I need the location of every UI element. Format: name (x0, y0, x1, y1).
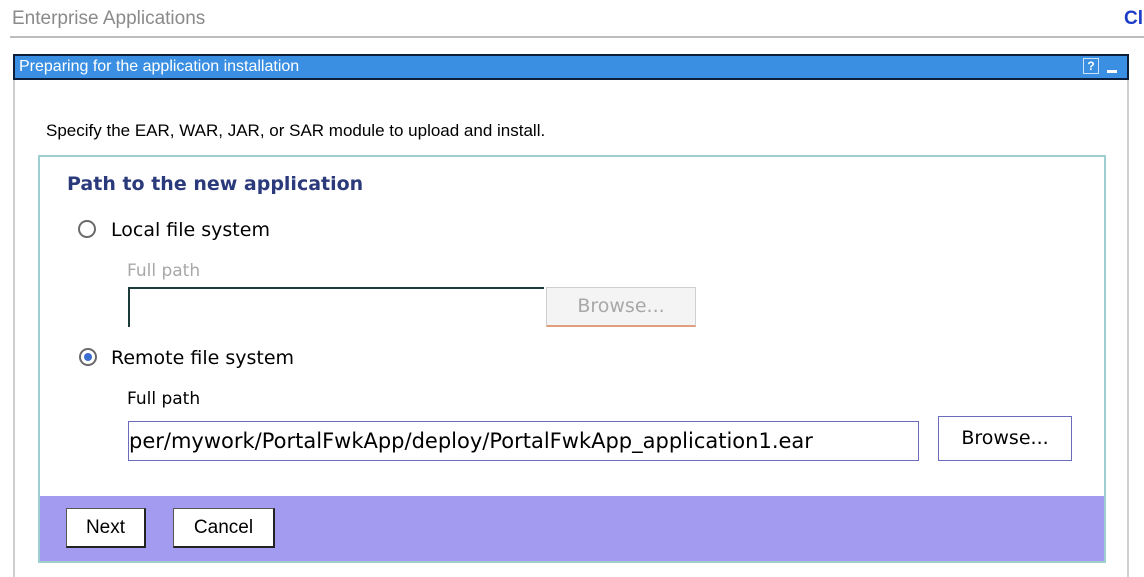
close-page-link[interactable]: Cl (1124, 8, 1143, 30)
remote-browse-button[interactable]: Browse... (938, 416, 1072, 461)
page-title: Enterprise Applications (12, 8, 206, 29)
local-full-path-input[interactable] (128, 287, 544, 327)
local-browse-button[interactable]: Browse... (546, 287, 696, 327)
remote-full-path-input[interactable]: per/mywork/PortalFwkApp/deploy/PortalFwk… (128, 421, 919, 461)
remote-file-system-radio[interactable] (79, 348, 97, 366)
next-button[interactable]: Next (66, 508, 146, 548)
minimize-icon[interactable] (1107, 70, 1117, 73)
remote-full-path-label: Full path (127, 389, 201, 409)
remote-file-system-label: Remote file system (111, 347, 295, 369)
portlet-title: Preparing for the application installati… (19, 58, 300, 75)
portlet-titlebar: Preparing for the application installati… (13, 54, 1129, 80)
local-file-system-radio[interactable] (78, 220, 96, 238)
section-heading: Path to the new application (67, 173, 364, 195)
instruction-text: Specify the EAR, WAR, JAR, or SAR module… (46, 121, 546, 140)
remote-full-path-value: per/mywork/PortalFwkApp/deploy/PortalFwk… (129, 429, 813, 453)
header-bar: Enterprise Applications Cl (0, 0, 1144, 36)
cancel-button[interactable]: Cancel (173, 508, 275, 548)
local-file-system-label: Local file system (111, 219, 270, 241)
title-divider (10, 36, 1144, 38)
local-full-path-label: Full path (127, 261, 201, 281)
help-icon[interactable]: ? (1083, 58, 1099, 74)
